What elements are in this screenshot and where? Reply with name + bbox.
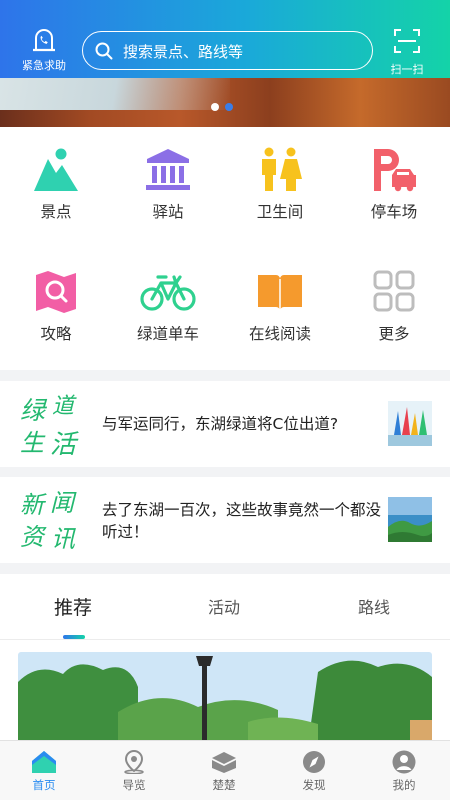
book-icon [258,275,302,311]
grid-item-station[interactable]: 驿站 [112,147,224,222]
mountain-icon [34,148,78,191]
svg-text:资: 资 [20,523,47,551]
station-icon [146,149,190,190]
header-bar: 紧急求助 搜索景点、路线等 扫一扫 [0,0,450,78]
nav-discover[interactable]: 发现 [284,750,344,793]
bottom-nav: 首页 导览 楚楚 发现 我的 [0,740,450,800]
grid-label: 景点 [40,203,72,221]
news-title: 去了东湖一百次，这些故事竟然一个都没听过！ [102,501,382,541]
grid-item-scenic[interactable]: 景点 [0,147,112,222]
grid-label: 卫生间 [256,203,304,221]
grid-item-bike[interactable]: 绿道单车 [112,269,224,344]
news-card-info[interactable]: 新 闻 资 讯 去了东湖一百次，这些故事竟然一个都没听过！ [0,477,450,563]
news-title: 与军运同行，东湖绿道将C位出道? [102,415,339,433]
svg-text:活: 活 [50,430,79,457]
guide-map-icon [36,271,76,313]
parking-icon [374,149,416,192]
location-pin-icon [124,750,144,774]
greenway-life-logo: 绿 道 生 活 [20,394,79,457]
lake-thumbnail [388,497,432,542]
feature-image [18,652,432,745]
grid-item-more[interactable]: 更多 [338,269,450,344]
home-icon [32,751,56,773]
grid-item-reading[interactable]: 在线阅读 [224,269,336,344]
restroom-icon [262,147,302,191]
sos-button[interactable]: 紧急求助 [14,26,74,73]
grid-item-guide[interactable]: 攻略 [0,269,112,344]
nav-mine[interactable]: 我的 [374,750,434,793]
tab-route[interactable]: 路线 [358,594,390,618]
grid-label: 攻略 [40,325,72,343]
news-card-greenway[interactable]: 绿 道 生 活 与军运同行，东湖绿道将C位出道? [0,381,450,467]
grid-label: 停车场 [370,203,418,221]
grid-label: 更多 [378,325,410,343]
carousel-dot-2[interactable] [225,103,233,111]
carousel-dot-1[interactable] [211,103,219,111]
feature-card[interactable] [0,640,450,745]
feature-grid: 景点 驿站 卫生间 停车场 攻略 绿道单车 在线阅读 更多 [0,127,450,370]
search-icon [95,42,113,60]
nav-chuchu[interactable]: 楚楚 [194,750,254,793]
sailboats-thumbnail [388,401,432,446]
svg-text:讯: 讯 [51,525,76,553]
grid-label: 在线阅读 [248,325,311,343]
tab-activity[interactable]: 活动 [208,594,240,618]
news-info-logo: 新 闻 资 讯 [20,489,77,553]
svg-text:绿: 绿 [20,396,48,425]
svg-text:道: 道 [52,394,77,419]
carousel-dots [211,103,233,111]
svg-text:生: 生 [20,429,46,457]
tab-indicator [63,635,85,639]
grid-item-restroom[interactable]: 卫生间 [224,147,336,222]
svg-text:新: 新 [20,491,47,519]
scan-label: 扫一扫 [390,63,424,76]
search-bar[interactable]: 搜索景点、路线等 [82,31,373,70]
sos-label: 紧急求助 [22,59,66,72]
grid-label: 绿道单车 [136,325,199,343]
grid-item-parking[interactable]: 停车场 [338,147,450,222]
nav-label: 首页 [32,778,56,792]
nav-guide[interactable]: 导览 [104,750,164,793]
nav-label: 导览 [122,778,146,792]
nav-home[interactable]: 首页 [14,750,74,793]
content-tabs: 推荐 活动 路线 [0,574,450,640]
nav-label: 我的 [392,778,416,792]
tab-recommend[interactable]: 推荐 [54,593,92,620]
app-screen: 紧急求助 搜索景点、路线等 扫一扫 景点 驿站 卫生间 停车场 攻略 绿道单车 … [0,0,450,800]
scan-icon [394,29,420,53]
search-placeholder: 搜索景点、路线等 [123,43,244,61]
nav-label: 楚楚 [212,778,236,792]
nav-label: 发现 [302,778,326,792]
svg-text:闻: 闻 [50,489,77,517]
scan-button[interactable]: 扫一扫 [384,28,430,77]
compass-icon [303,751,325,773]
bicycle-icon [140,275,196,311]
user-icon [392,750,416,774]
more-grid-icon [373,270,415,312]
chuchu-icon [212,752,236,773]
grid-label: 驿站 [152,203,184,221]
phone-emergency-icon [33,29,55,52]
